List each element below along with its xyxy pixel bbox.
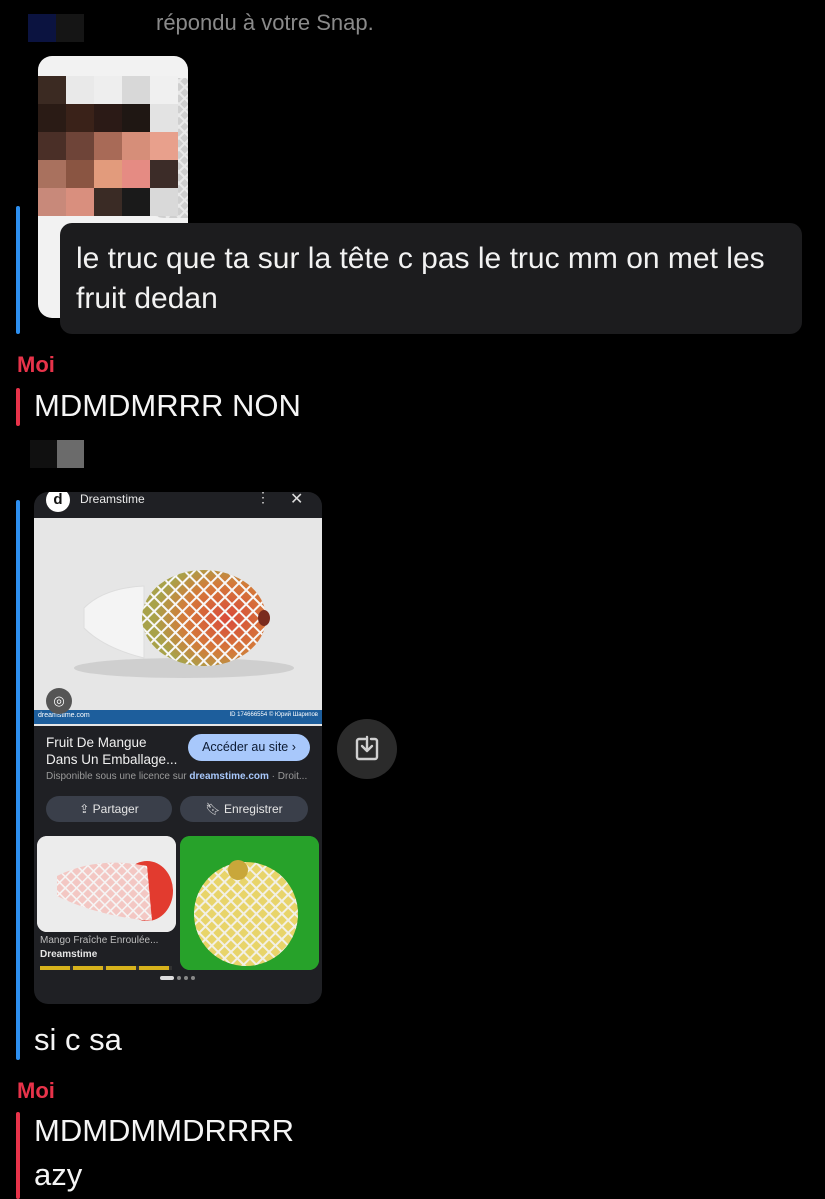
related-apple-image bbox=[180, 836, 319, 970]
save-label: Enregistrer bbox=[223, 802, 283, 816]
message-text[interactable]: si c sa bbox=[34, 1022, 122, 1058]
reply-bubble[interactable]: le truc que ta sur la tête c pas le truc… bbox=[60, 223, 802, 334]
lens-icon[interactable]: ◎ bbox=[46, 688, 72, 714]
message-text[interactable]: MDMDMMDRRRR bbox=[34, 1113, 294, 1149]
my-message-bar bbox=[16, 388, 20, 426]
download-icon bbox=[355, 735, 379, 761]
browser-header: d Dreamstime ⋮ ✕ bbox=[34, 492, 322, 518]
watermark-strip: dreamstime.com ID 174666554 © Юрий Шарип… bbox=[34, 710, 322, 724]
pixelated-face bbox=[38, 76, 178, 216]
pagination-dots bbox=[160, 976, 200, 982]
result-title[interactable]: Fruit De Mangue Dans Un Emballage... bbox=[46, 734, 186, 768]
reply-notice: répondu à votre Snap. bbox=[156, 10, 374, 35]
blurred-avatar bbox=[28, 14, 84, 42]
mango-image[interactable] bbox=[34, 518, 322, 726]
share-label: Partager bbox=[92, 802, 139, 816]
more-vertical-icon[interactable]: ⋮ bbox=[256, 492, 270, 506]
reply-text-line-2: fruit dedan bbox=[76, 282, 218, 315]
related-image-card[interactable] bbox=[37, 836, 176, 932]
result-title-line-1: Fruit De Mangue bbox=[46, 735, 147, 750]
license-prefix: Disponible sous une licence sur bbox=[46, 771, 190, 782]
reply-text-line-1: le truc que ta sur la tête c pas le truc… bbox=[76, 242, 765, 275]
share-button[interactable]: ⇪ Partager bbox=[46, 796, 172, 822]
my-message-bar bbox=[16, 1112, 20, 1199]
bookmark-icon: 🔖︎ bbox=[205, 802, 224, 816]
license-text: Disponible sous une licence sur dreamsti… bbox=[46, 771, 307, 782]
share-icon: ⇪ bbox=[79, 802, 93, 816]
save-button[interactable]: 🔖︎ Enregistrer bbox=[180, 796, 308, 822]
license-site-link[interactable]: dreamstime.com bbox=[189, 771, 268, 782]
save-snap-button[interactable] bbox=[337, 719, 397, 779]
decorative-stripe bbox=[40, 966, 172, 970]
blurred-avatar bbox=[30, 440, 84, 468]
close-icon[interactable]: ✕ bbox=[290, 492, 303, 509]
friend-message-bar bbox=[16, 500, 20, 1060]
dreamstime-logo-icon: d bbox=[46, 492, 70, 512]
message-text[interactable]: MDMDMRRR NON bbox=[34, 388, 301, 424]
license-suffix: · Droit... bbox=[268, 771, 308, 782]
related-caption: Mango Fraîche Enroulée... bbox=[40, 935, 159, 946]
related-mango-image bbox=[37, 836, 176, 932]
shared-screenshot[interactable]: d Dreamstime ⋮ ✕ dreamstime.com ID 17466… bbox=[34, 492, 322, 1004]
sender-name: Moi bbox=[17, 1078, 55, 1103]
mango-in-net-image bbox=[74, 570, 294, 678]
friend-message-bar bbox=[16, 206, 20, 334]
app-title: Dreamstime bbox=[80, 492, 145, 506]
result-title-line-2: Dans Un Emballage... bbox=[46, 752, 178, 767]
related-source: Dreamstime bbox=[40, 949, 98, 960]
message-text[interactable]: azy bbox=[34, 1157, 82, 1193]
image-id: ID 174666554 © Юрий Шарипов bbox=[229, 712, 318, 718]
related-image-card[interactable] bbox=[180, 836, 319, 970]
sender-name: Moi bbox=[17, 352, 55, 377]
visit-site-button[interactable]: Accéder au site › bbox=[188, 734, 310, 761]
